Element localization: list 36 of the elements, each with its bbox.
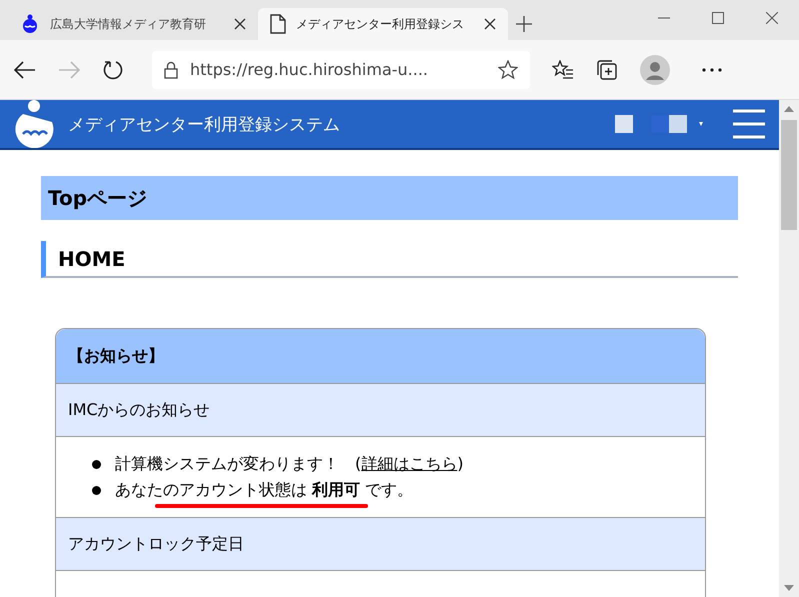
close-icon xyxy=(766,12,778,24)
maximize-icon xyxy=(712,12,724,24)
refresh-button[interactable] xyxy=(102,58,124,80)
blocks-drawing xyxy=(615,115,687,133)
site-title: メディアセンター利用登録システム xyxy=(68,114,340,136)
plus-icon xyxy=(516,16,532,32)
address-bar[interactable]: https://reg.huc.hiroshima-u.... xyxy=(152,50,530,88)
scroll-up-icon[interactable] xyxy=(784,106,794,112)
favorites-button[interactable] xyxy=(552,60,574,80)
profile-avatar[interactable] xyxy=(640,54,670,84)
scroll-down-icon[interactable] xyxy=(784,585,794,591)
browser-tab[interactable]: 広島大学情報メディア教育研 xyxy=(8,8,258,40)
scrollbar[interactable] xyxy=(779,100,799,597)
bullet-icon xyxy=(92,486,101,494)
logo-icon xyxy=(20,14,40,34)
section-heading: HOME xyxy=(41,241,738,278)
browser-tab[interactable]: メディアセンター利用登録シス xyxy=(258,8,508,40)
notice-text: 計算機システムが変わります！ (詳細はこちら) xyxy=(115,453,464,475)
panel-title: 【お知らせ】 xyxy=(68,346,164,366)
close-tab-button[interactable] xyxy=(484,18,496,30)
favorite-star-icon[interactable] xyxy=(498,60,518,80)
close-tab-button[interactable] xyxy=(234,18,246,30)
dropdown-caret-icon[interactable] xyxy=(699,122,703,126)
lock-icon xyxy=(164,60,178,78)
menu-button[interactable] xyxy=(733,109,765,139)
row-heading: アカウントロック予定日 xyxy=(68,534,244,554)
row-heading: IMCからのお知らせ xyxy=(68,400,210,420)
page-title: Topページ xyxy=(41,176,738,220)
bullet-icon xyxy=(92,460,101,468)
more-menu-button[interactable] xyxy=(702,68,722,72)
back-button[interactable] xyxy=(14,60,36,78)
details-link[interactable]: 詳細はこちら xyxy=(361,454,458,473)
document-icon xyxy=(270,14,286,34)
scrollbar-thumb[interactable] xyxy=(781,120,797,230)
notice-text: あなたのアカウント状態は 利用可 です。 xyxy=(115,479,414,501)
collections-button[interactable] xyxy=(596,58,618,80)
